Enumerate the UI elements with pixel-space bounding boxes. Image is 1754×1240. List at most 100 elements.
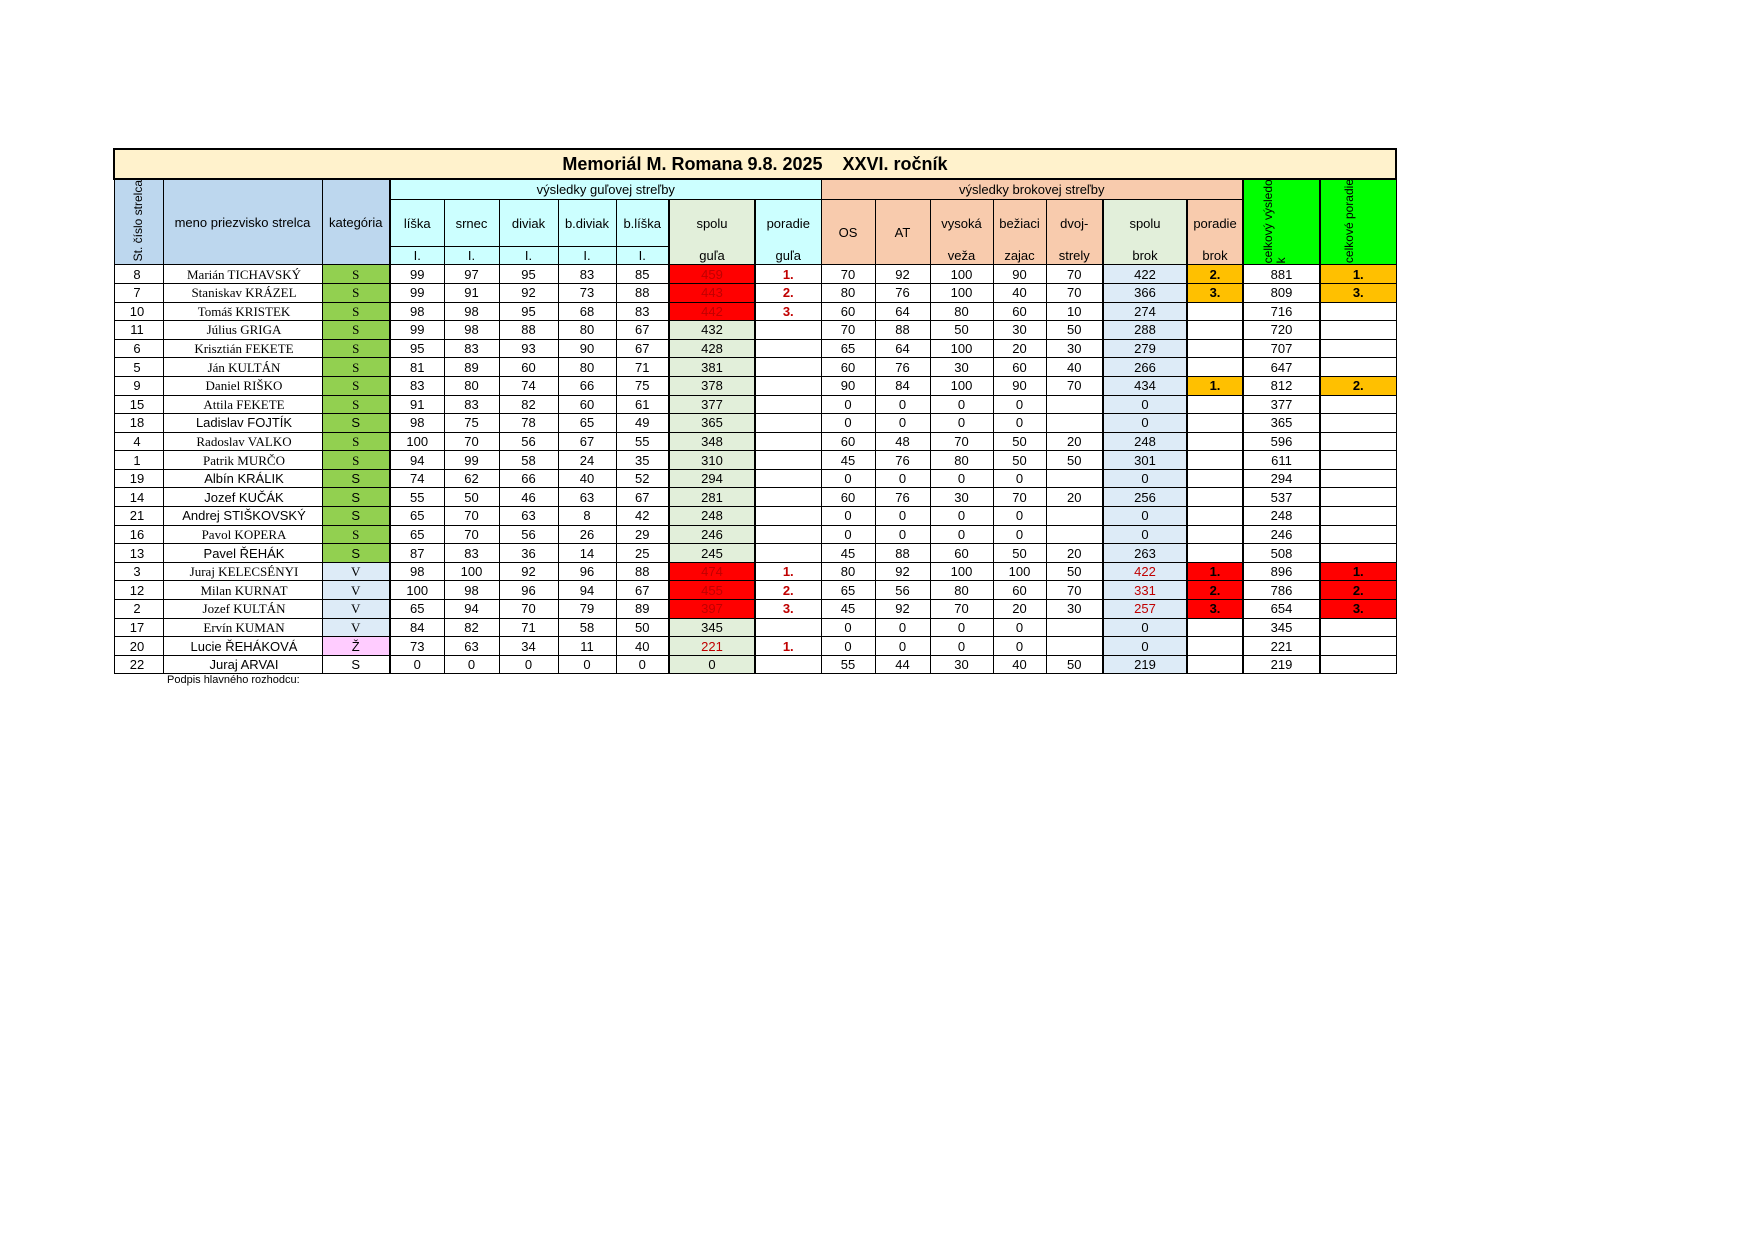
celkove-poradie [1319,543,1397,563]
score-os: 60 [820,487,876,508]
poradie-gula [754,487,822,508]
category: S [321,338,391,359]
header-srnec: srnec [443,198,500,248]
shooter-name: Lucie ŘEHÁKOVÁ [162,636,323,656]
score-srnec: 94 [443,599,500,619]
score-at: 76 [874,487,931,508]
celkove-poradie [1319,636,1397,656]
score-diviak: 78 [498,413,559,433]
score-os: 0 [820,413,876,433]
poradie-gula [754,654,822,675]
score-dvojstrely: 20 [1045,543,1104,563]
score-beziaci-zajac: 90 [992,375,1047,396]
shooter-name: Albín KRÁLIK [162,468,323,489]
score-beziaci-zajac: 60 [992,580,1047,601]
poradie-gula [754,375,822,396]
spolu-brok: 0 [1102,394,1188,415]
score-dvojstrely [1045,413,1104,433]
score-beziaci-zajac: 90 [992,264,1047,284]
celkovy-vysledok: 716 [1242,301,1321,322]
category: S [321,506,391,526]
score-bliska: 67 [615,320,670,340]
spolu-gula: 428 [668,338,756,359]
score-bdiviak: 66 [557,375,617,396]
header-celkovy: celkový výsledo k [1242,178,1321,266]
score-vysoka-veza: 0 [929,524,994,545]
score-dvojstrely [1045,617,1104,638]
score-beziaci-zajac: 100 [992,561,1047,582]
poradie-brok [1186,524,1244,545]
score-liska: 83 [389,375,445,396]
score-dvojstrely: 70 [1045,264,1104,284]
score-liska: 87 [389,543,445,563]
shooter-number: 5 [113,357,164,377]
celkovy-vysledok: 345 [1242,617,1321,638]
score-bliska: 71 [615,357,670,377]
celkovy-vysledok: 896 [1242,561,1321,582]
score-srnec: 83 [443,394,500,415]
score-os: 55 [820,654,876,675]
celkove-poradie [1319,617,1397,638]
score-vysoka-veza: 70 [929,599,994,619]
header-bdiviak: b.diviak [557,198,617,248]
score-beziaci-zajac: 0 [992,617,1047,638]
score-srnec: 62 [443,468,500,489]
score-bliska: 49 [615,413,670,433]
spolu-brok: 257 [1102,599,1188,619]
score-at: 64 [874,338,931,359]
score-at: 84 [874,375,931,396]
shooter-name: Jozef KULTÁN [162,599,323,619]
score-at: 76 [874,282,931,303]
score-bliska: 88 [615,282,670,303]
shooter-number: 11 [113,320,164,340]
score-liska: 94 [389,450,445,470]
poradie-brok [1186,543,1244,563]
table-row: 10 Tomáš KRISTEK S 98 98 95 68 83 442 3. 60 64 80 60 1… [113,301,1397,322]
category: S [321,450,391,470]
header-diviak: diviak [498,198,559,248]
score-bliska: 50 [615,617,670,638]
celkove-poradie: 1. [1319,561,1397,582]
shooter-number: 7 [113,282,164,303]
score-dvojstrely: 50 [1045,654,1104,675]
header-poradie-brok-2: brok [1186,246,1244,266]
table-row: 16 Pavol KOPERA S 65 70 56 26 29 246 0 0 0 0 0 246 [113,524,1397,545]
spolu-brok: 301 [1102,450,1188,470]
spolu-brok: 0 [1102,413,1188,433]
poradie-gula [754,320,822,340]
header-poradie-gula-1: poradie [754,198,822,247]
celkovy-vysledok: 720 [1242,320,1321,340]
shooter-number: 4 [113,431,164,452]
spolu-gula: 281 [668,487,756,508]
score-srnec: 83 [443,338,500,359]
spolu-brok: 0 [1102,468,1188,489]
score-os: 0 [820,394,876,415]
score-beziaci-zajac: 40 [992,282,1047,303]
score-vysoka-veza: 80 [929,301,994,322]
celkove-poradie [1319,450,1397,470]
celkovy-vysledok: 377 [1242,394,1321,415]
table-row: 6 Krisztián FEKETE S 95 83 93 90 67 428 65 64 100 20… [113,338,1397,359]
score-bdiviak: 96 [557,561,617,582]
score-vysoka-veza: 30 [929,487,994,508]
score-vysoka-veza: 60 [929,543,994,563]
score-liska: 0 [389,654,445,675]
score-diviak: 60 [498,357,559,377]
header-beziaci-1: bežiaci [992,198,1047,247]
score-srnec: 75 [443,413,500,433]
shooter-name: Daniel RIŠKO [162,375,323,396]
category: S [321,487,391,508]
poradie-gula [754,413,822,433]
score-os: 80 [820,561,876,582]
score-beziaci-zajac: 50 [992,543,1047,563]
spolu-gula: 442 [668,301,756,322]
category: S [321,282,391,303]
results-rows: 8 Marián TICHAVSKÝ S 99 97 95 83 85 459 1. 70 92 100… [113,264,1397,675]
header-dvoj-2: strely [1045,246,1104,266]
spolu-brok: 434 [1102,375,1188,396]
poradie-gula [754,431,822,452]
score-beziaci-zajac: 0 [992,636,1047,656]
celkove-poradie [1319,338,1397,359]
score-srnec: 99 [443,450,500,470]
score-diviak: 71 [498,617,559,638]
